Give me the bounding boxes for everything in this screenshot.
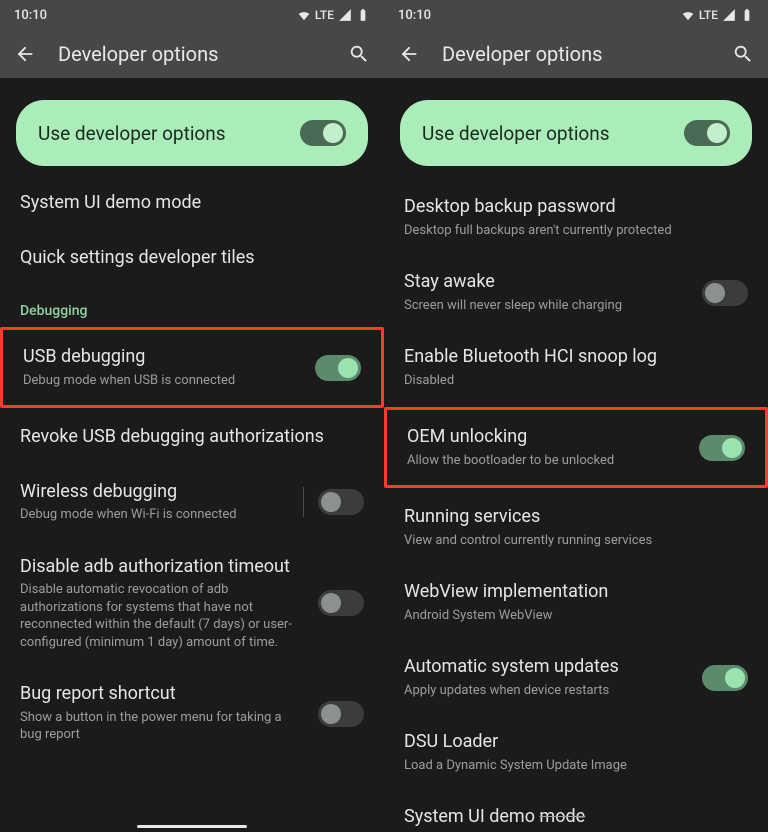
status-icons: LTE [297,8,370,22]
row-sub: Debug mode when Wi-Fi is connected [20,506,289,524]
row-sub: Allow the bootloader to be unlocked [407,452,685,470]
developer-options-toggle[interactable] [300,120,346,146]
row-title: Bug report shortcut [20,683,304,706]
auto-updates-toggle[interactable] [702,665,748,691]
row-sub: Show a button in the power menu for taki… [20,709,304,744]
status-bar: 10:10 LTE [0,0,384,30]
signal-icon [338,8,352,22]
developer-options-toggle[interactable] [684,120,730,146]
row-bt-hci-snoop[interactable]: Enable Bluetooth HCI snoop log Disabled [384,330,768,405]
row-running-services[interactable]: Running services View and control curren… [384,490,768,565]
row-title: Running services [404,506,748,529]
row-sub: Apply updates when device restarts [404,682,688,700]
battery-icon [356,8,370,22]
row-sub: Android System WebView [404,607,748,625]
row-title: Enable Bluetooth HCI snoop log [404,346,748,369]
row-sub: Desktop full backups aren't currently pr… [404,222,748,240]
row-title: USB debugging [23,346,301,369]
row-webview-impl[interactable]: WebView implementation Android System We… [384,565,768,640]
wifi-icon [297,8,311,22]
row-disable-adb-timeout[interactable]: Disable adb authorization timeout Disabl… [0,540,384,668]
app-bar: Developer options [0,30,384,78]
adb-timeout-toggle[interactable] [318,590,364,616]
row-system-ui-demo[interactable]: System UI demo mode [0,176,384,231]
section-debugging: Debugging [0,285,384,325]
row-title: Stay awake [404,271,688,294]
row-bug-report-shortcut[interactable]: Bug report shortcut Show a button in the… [0,667,384,748]
status-time: 10:10 [14,8,47,23]
phone-right: 10:10 LTE Developer options Use develope… [384,0,768,832]
hero-label: Use developer options [38,122,226,145]
home-indicator[interactable] [137,825,247,828]
hero-toggle-row[interactable]: Use developer options [400,100,752,166]
row-title: OEM unlocking [407,426,685,449]
wifi-icon [681,8,695,22]
row-usb-debugging[interactable]: USB debugging Debug mode when USB is con… [0,327,384,408]
row-title: WebView implementation [404,581,748,604]
back-icon[interactable] [14,43,36,65]
app-bar: Developer options [384,30,768,78]
row-title: Disable adb authorization timeout [20,556,304,579]
oem-unlocking-toggle[interactable] [699,435,745,461]
status-time: 10:10 [398,8,431,23]
divider [303,487,304,517]
row-system-ui-demo-cut[interactable]: System UI demo mode [384,790,768,829]
row-wireless-debugging[interactable]: Wireless debugging Debug mode when Wi-Fi… [0,465,384,540]
row-sub: Disable automatic revocation of adb auth… [20,581,304,651]
row-auto-system-updates[interactable]: Automatic system updates Apply updates w… [384,640,768,715]
row-title: Revoke USB debugging authorizations [20,426,364,449]
row-sub: Screen will never sleep while charging [404,297,688,315]
row-dsu-loader[interactable]: DSU Loader Load a Dynamic System Update … [384,715,768,790]
settings-list: Use developer options System UI demo mod… [0,100,384,758]
bug-report-toggle[interactable] [318,701,364,727]
status-net: LTE [315,8,334,22]
row-oem-unlocking[interactable]: OEM unlocking Allow the bootloader to be… [384,407,768,488]
battery-icon [740,8,754,22]
row-sub: Debug mode when USB is connected [23,372,301,390]
row-desktop-backup[interactable]: Desktop backup password Desktop full bac… [384,176,768,255]
row-sub: Disabled [404,372,748,390]
hero-toggle-row[interactable]: Use developer options [16,100,368,166]
row-sub: Load a Dynamic System Update Image [404,757,748,775]
hero-label: Use developer options [422,122,610,145]
row-title: DSU Loader [404,731,748,754]
phone-left: 10:10 LTE Developer options Use develope… [0,0,384,832]
wireless-debugging-toggle[interactable] [318,489,364,515]
row-title: System UI demo mode [404,806,748,829]
back-icon[interactable] [398,43,420,65]
signal-icon [722,8,736,22]
row-title: Desktop backup password [404,196,748,219]
status-net: LTE [699,8,718,22]
row-sub: View and control currently running servi… [404,532,748,550]
search-icon[interactable] [732,43,754,65]
stay-awake-toggle[interactable] [702,280,748,306]
usb-debugging-toggle[interactable] [315,355,361,381]
page-title: Developer options [442,42,710,66]
row-title: Quick settings developer tiles [20,247,364,270]
row-quick-settings-tiles[interactable]: Quick settings developer tiles [0,231,384,286]
row-title: Automatic system updates [404,656,688,679]
row-stay-awake[interactable]: Stay awake Screen will never sleep while… [384,255,768,330]
row-revoke-usb[interactable]: Revoke USB debugging authorizations [0,410,384,465]
row-title: System UI demo mode [20,192,364,215]
search-icon[interactable] [348,43,370,65]
page-title: Developer options [58,42,326,66]
row-title: Wireless debugging [20,481,289,504]
settings-list: Use developer options Desktop backup pas… [384,100,768,832]
status-icons: LTE [681,8,754,22]
status-bar: 10:10 LTE [384,0,768,30]
